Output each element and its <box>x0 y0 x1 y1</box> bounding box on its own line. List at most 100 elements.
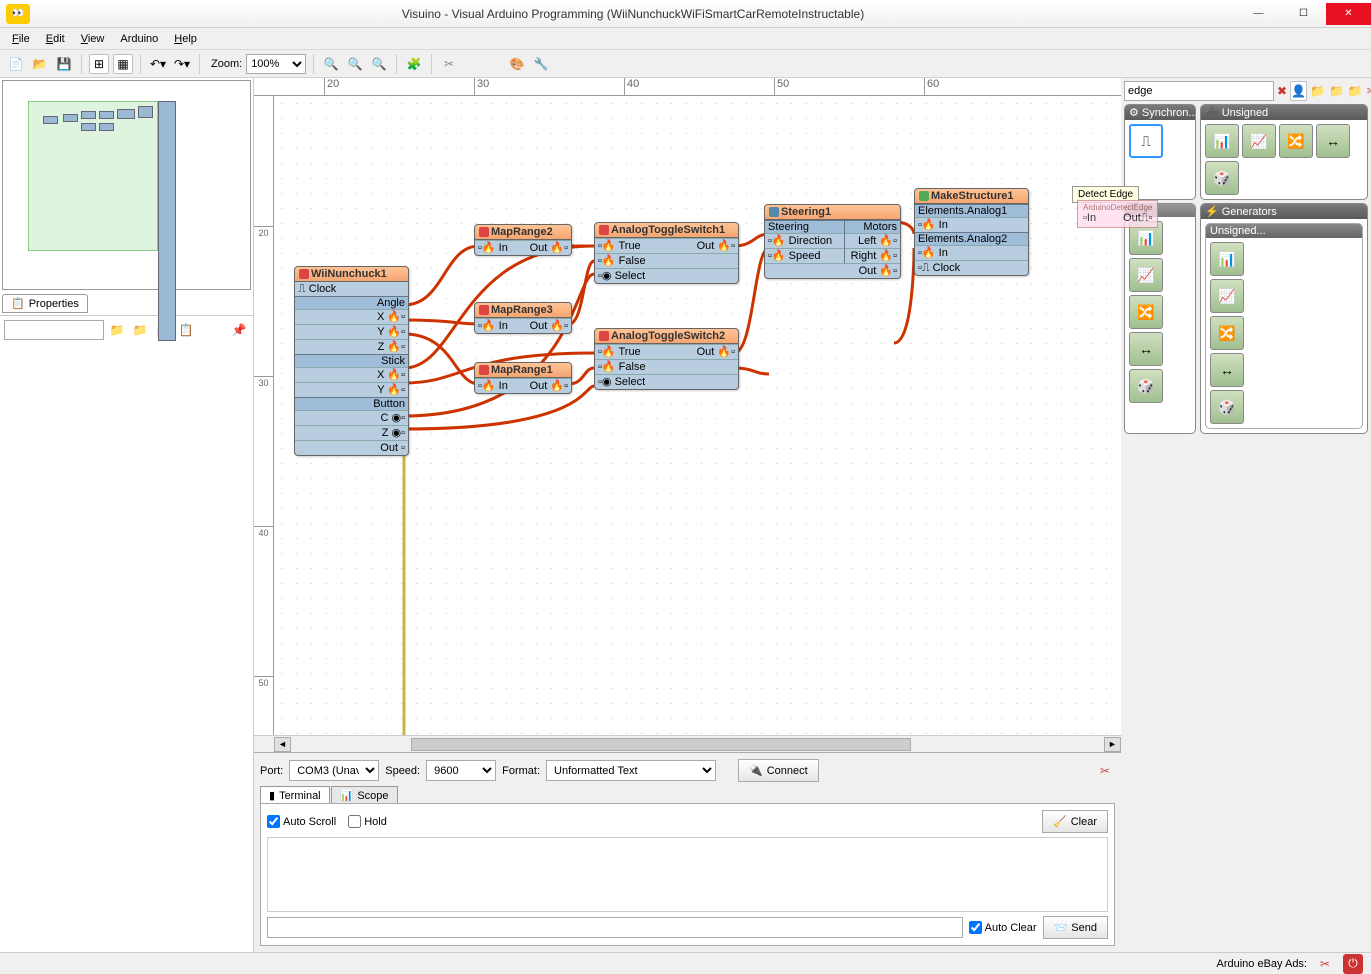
palette-item[interactable]: 📈 <box>1129 258 1163 292</box>
component-icon <box>299 269 309 279</box>
pin-icon[interactable]: 📌 <box>229 320 249 340</box>
speed-select[interactable]: 9600 <box>426 760 496 781</box>
clear-icon: 🧹 <box>1053 815 1067 828</box>
prop-icon-1[interactable]: 📁 <box>107 320 127 340</box>
design-canvas[interactable]: WiiNunchuck1 ⎍ Clock Angle X 🔥▫ Y 🔥▫ Z 🔥… <box>274 96 1121 735</box>
palette-item[interactable]: 🎲 <box>1129 369 1163 403</box>
menu-view[interactable]: View <box>75 31 111 47</box>
upload-icon[interactable]: 🎨 <box>507 54 527 74</box>
palette-item[interactable]: ↔ <box>1210 353 1244 387</box>
connect-icon: 🔌 <box>749 764 763 777</box>
format-select[interactable]: Unformatted Text <box>546 760 716 781</box>
sync-icon: ⚙ <box>1129 106 1139 119</box>
prop-icon-4[interactable]: 📋 <box>176 320 196 340</box>
grid-snap-icon[interactable]: ⊞ <box>89 54 109 74</box>
open-icon[interactable]: 📂 <box>30 54 50 74</box>
power-icon[interactable]: ⏻ <box>1343 954 1363 974</box>
connect-button[interactable]: 🔌Connect <box>738 759 819 782</box>
ruler-horizontal: 20 30 40 50 60 <box>254 78 1121 96</box>
palette-item[interactable]: 🔀 <box>1129 295 1163 329</box>
palette-item[interactable]: 📊 <box>1210 242 1244 276</box>
ruler-vertical: 20 30 40 50 <box>254 96 274 735</box>
bottom-panel: Port: COM3 (Unava Speed: 9600 Format: Un… <box>254 752 1121 952</box>
palette-item[interactable]: 📈 <box>1210 279 1244 313</box>
tab-scope[interactable]: 📊Scope <box>331 786 398 804</box>
node-makestructure1[interactable]: MakeStructure1 Elements.Analog1 ▫🔥 In El… <box>914 188 1029 276</box>
node-analogtoggleswitch2[interactable]: AnalogToggleSwitch2 ▫🔥 TrueOut 🔥▫ ▫🔥 Fal… <box>594 328 739 390</box>
menu-edit[interactable]: Edit <box>40 31 71 47</box>
menu-file[interactable]: File <box>6 31 36 47</box>
terminal-output <box>267 837 1108 912</box>
terminal-icon: ▮ <box>269 789 275 802</box>
zoom-out-icon[interactable]: 🔍 <box>345 54 365 74</box>
palette-item[interactable]: ↔ <box>1129 332 1163 366</box>
new-icon[interactable]: 📄 <box>6 54 26 74</box>
node-maprange3[interactable]: MapRange3 ▫🔥 InOut 🔥▫ <box>474 302 572 334</box>
properties-icon: 📋 <box>11 297 25 310</box>
palette-item[interactable]: 🎲 <box>1205 161 1239 195</box>
maximize-button[interactable]: ☐ <box>1281 3 1326 25</box>
terminal-send-input[interactable] <box>267 917 963 938</box>
autoclear-checkbox[interactable]: Auto Clear <box>969 921 1037 934</box>
node-steering1[interactable]: Steering1 Steering ▫🔥 Direction ▫🔥 Speed… <box>764 204 901 279</box>
zoom-select[interactable]: 100% <box>246 54 306 74</box>
palette-item[interactable]: 📈 <box>1242 124 1276 158</box>
node-wiinunchuck1[interactable]: WiiNunchuck1 ⎍ Clock Angle X 🔥▫ Y 🔥▫ Z 🔥… <box>294 266 409 456</box>
undo-icon[interactable]: ↶▾ <box>148 54 168 74</box>
palette-item[interactable]: 🔀 <box>1210 316 1244 350</box>
node-analogtoggleswitch1[interactable]: AnalogToggleSwitch1 ▫🔥 TrueOut 🔥▫ ▫🔥 Fal… <box>594 222 739 284</box>
node-maprange1[interactable]: MapRange1 ▫🔥 InOut 🔥▫ <box>474 362 572 394</box>
scope-icon: 📊 <box>340 789 354 802</box>
hold-checkbox[interactable]: Hold <box>348 815 387 828</box>
redo-icon[interactable]: ↷▾ <box>172 54 192 74</box>
horizontal-scrollbar[interactable]: ◄ ► <box>254 735 1121 752</box>
speed-label: Speed: <box>385 765 420 777</box>
cat3-icon[interactable]: 📁 <box>1347 81 1364 101</box>
save-icon[interactable]: 💾 <box>54 54 74 74</box>
scroll-right-icon[interactable]: ► <box>1104 737 1121 752</box>
palette-item-detect-edge[interactable]: ⎍ <box>1129 124 1163 158</box>
menu-bar: File Edit View Arduino Help <box>0 28 1371 50</box>
ads-label: Arduino eBay Ads: <box>1216 958 1307 970</box>
send-button[interactable]: 📨Send <box>1043 916 1108 939</box>
zoom-in-icon[interactable]: 🔍 <box>321 54 341 74</box>
board-icon[interactable]: 🔧 <box>531 54 551 74</box>
menu-help[interactable]: Help <box>168 31 203 47</box>
overview-panel[interactable] <box>2 80 251 290</box>
properties-tab[interactable]: 📋 Properties <box>2 294 88 313</box>
palette-item[interactable]: ↔ <box>1316 124 1350 158</box>
autoscroll-checkbox[interactable]: Auto Scroll <box>267 815 336 828</box>
prop-icon-2[interactable]: 📁 <box>130 320 150 340</box>
scroll-left-icon[interactable]: ◄ <box>274 737 291 752</box>
zoom-fit-icon[interactable]: 🔍 <box>369 54 389 74</box>
drag-ghost: ArduinoDetectEdge ▫InOut⎍▫ <box>1121 200 1158 228</box>
window-title: Visuino - Visual Arduino Programming (Wi… <box>30 7 1236 21</box>
unsigned-icon: ➕ <box>1205 106 1219 119</box>
grid-icon[interactable]: ▦ <box>113 54 133 74</box>
settings-icon[interactable]: ✂ <box>1095 761 1115 781</box>
tab-terminal[interactable]: ▮Terminal <box>260 786 330 804</box>
status-tool-icon[interactable]: ✂ <box>1315 954 1335 974</box>
menu-arduino[interactable]: Arduino <box>114 31 164 47</box>
palette-item[interactable]: 🔀 <box>1279 124 1313 158</box>
component-palette: ✖ 👤 📁 📁 📁 ✂ ⚙Synchron... ⎍ ➕Unsigned 📊 📈… <box>1121 78 1371 952</box>
port-label: Port: <box>260 765 283 777</box>
cat1-icon[interactable]: 📁 <box>1309 81 1326 101</box>
properties-filter-input[interactable] <box>4 320 104 340</box>
close-button[interactable]: ✕ <box>1326 3 1371 25</box>
component-icon[interactable]: 🧩 <box>404 54 424 74</box>
palette-search-input[interactable] <box>1124 81 1274 101</box>
palette-item[interactable]: 🎲 <box>1210 390 1244 424</box>
delete-icon[interactable]: ✂ <box>439 54 459 74</box>
port-select[interactable]: COM3 (Unava <box>289 760 379 781</box>
minimize-button[interactable]: — <box>1236 3 1281 25</box>
filter-icon[interactable]: 👤 <box>1290 81 1307 101</box>
cat2-icon[interactable]: 📁 <box>1328 81 1345 101</box>
cat4-icon[interactable]: ✂ <box>1366 81 1371 101</box>
node-maprange2[interactable]: MapRange2 ▫🔥 InOut 🔥▫ <box>474 224 572 256</box>
palette-item[interactable]: 📊 <box>1205 124 1239 158</box>
app-icon: 👀 <box>6 4 30 24</box>
toolbar: 📄 📂 💾 ⊞ ▦ ↶▾ ↷▾ Zoom: 100% 🔍 🔍 🔍 🧩 ✂ 🎨 🔧 <box>0 50 1371 78</box>
clear-search-icon[interactable]: ✖ <box>1276 81 1288 101</box>
clear-button[interactable]: 🧹Clear <box>1042 810 1108 833</box>
